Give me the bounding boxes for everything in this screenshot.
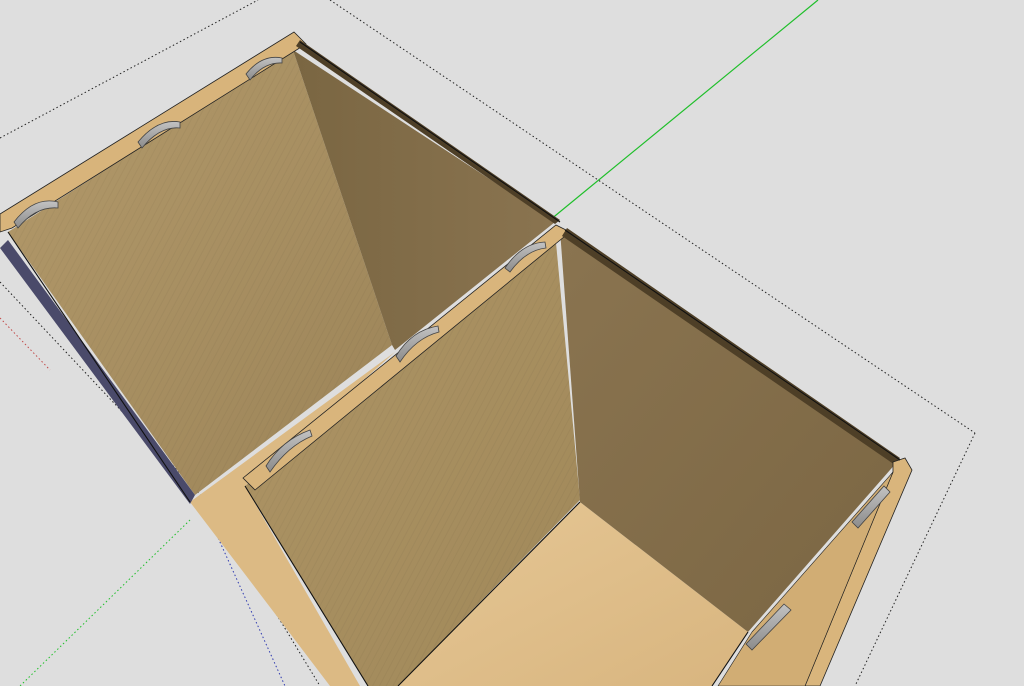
- sketchup-3d-viewport[interactable]: [0, 0, 1024, 686]
- red-axis-dotted-line: [0, 317, 51, 371]
- model-canvas[interactable]: [0, 0, 1024, 686]
- green-axis-line: [549, 0, 819, 221]
- green-axis-dotted-line: [19, 519, 191, 686]
